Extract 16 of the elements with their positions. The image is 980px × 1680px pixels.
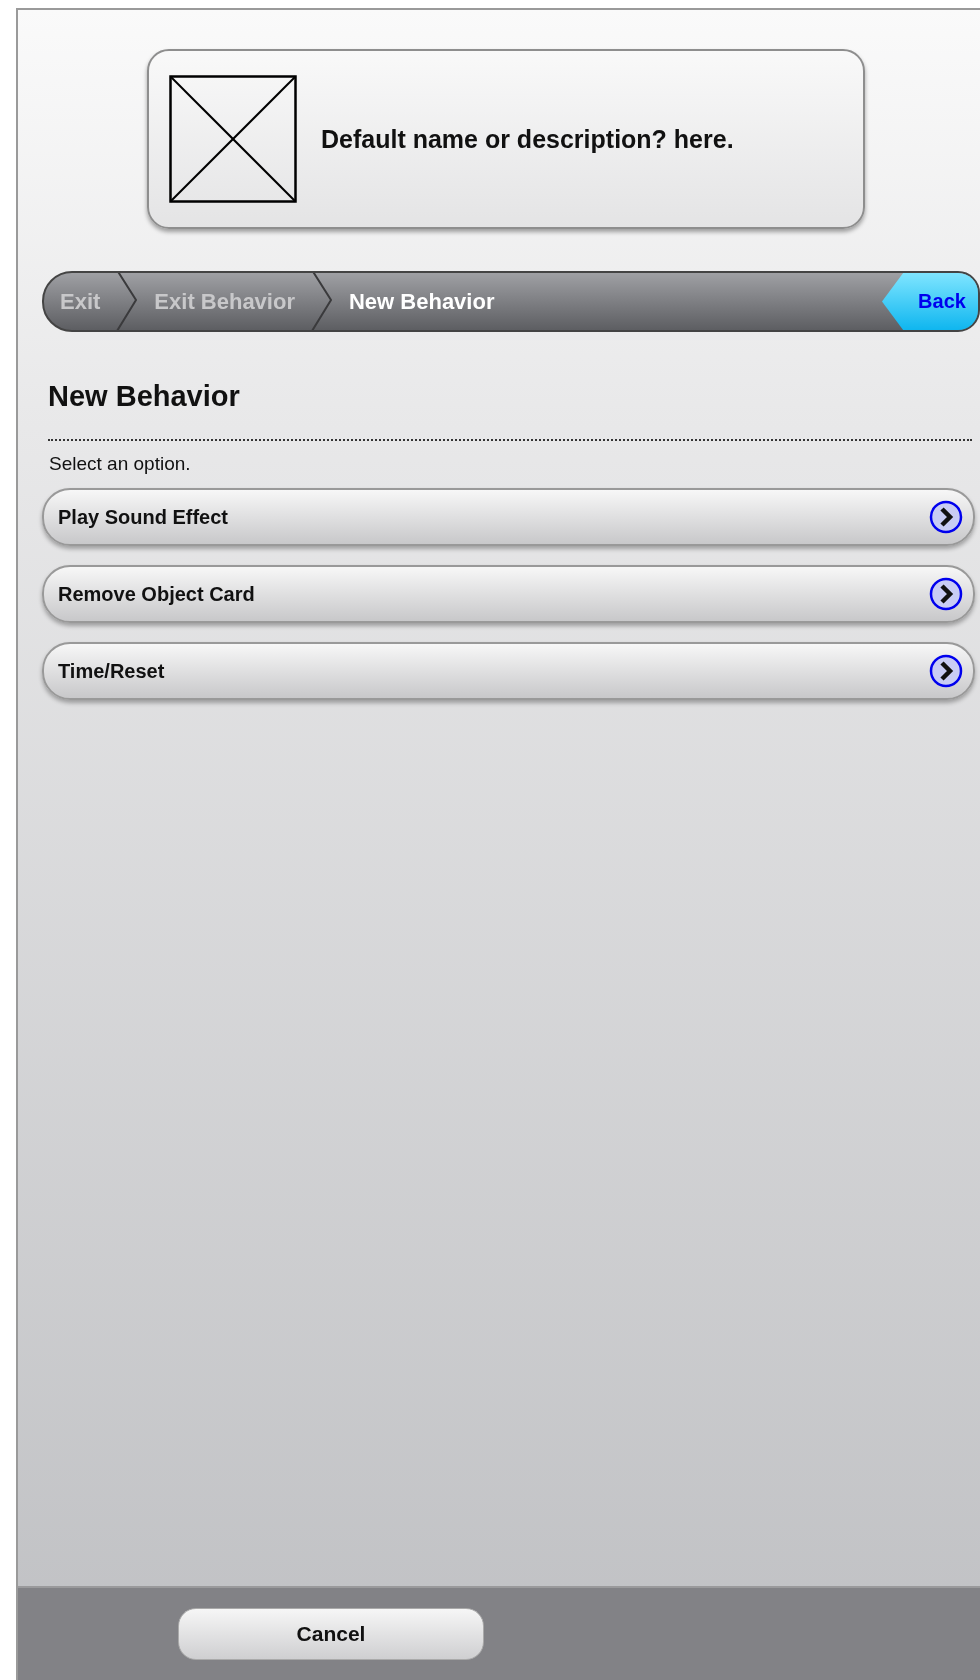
option-label: Remove Object Card — [58, 582, 255, 606]
image-placeholder-icon — [169, 75, 297, 203]
page-title: New Behavior — [48, 380, 241, 413]
chevron-circle-icon — [929, 577, 963, 611]
option-row[interactable]: Play Sound Effect — [42, 488, 975, 546]
option-row[interactable]: Time/Reset — [42, 642, 975, 700]
option-row[interactable]: Remove Object Card — [42, 565, 975, 623]
chevron-circle-icon — [929, 654, 963, 688]
instruction-text: Select an option. — [49, 453, 192, 475]
chevron-circle-icon — [929, 500, 963, 534]
option-label: Time/Reset — [58, 659, 165, 683]
breadcrumb-item[interactable]: New Behavior — [332, 288, 511, 315]
back-button[interactable]: Back — [882, 273, 978, 330]
header-title: Default name or description? here. — [321, 124, 734, 154]
option-label: Play Sound Effect — [58, 505, 229, 529]
cancel-button[interactable]: Cancel — [178, 1608, 484, 1660]
